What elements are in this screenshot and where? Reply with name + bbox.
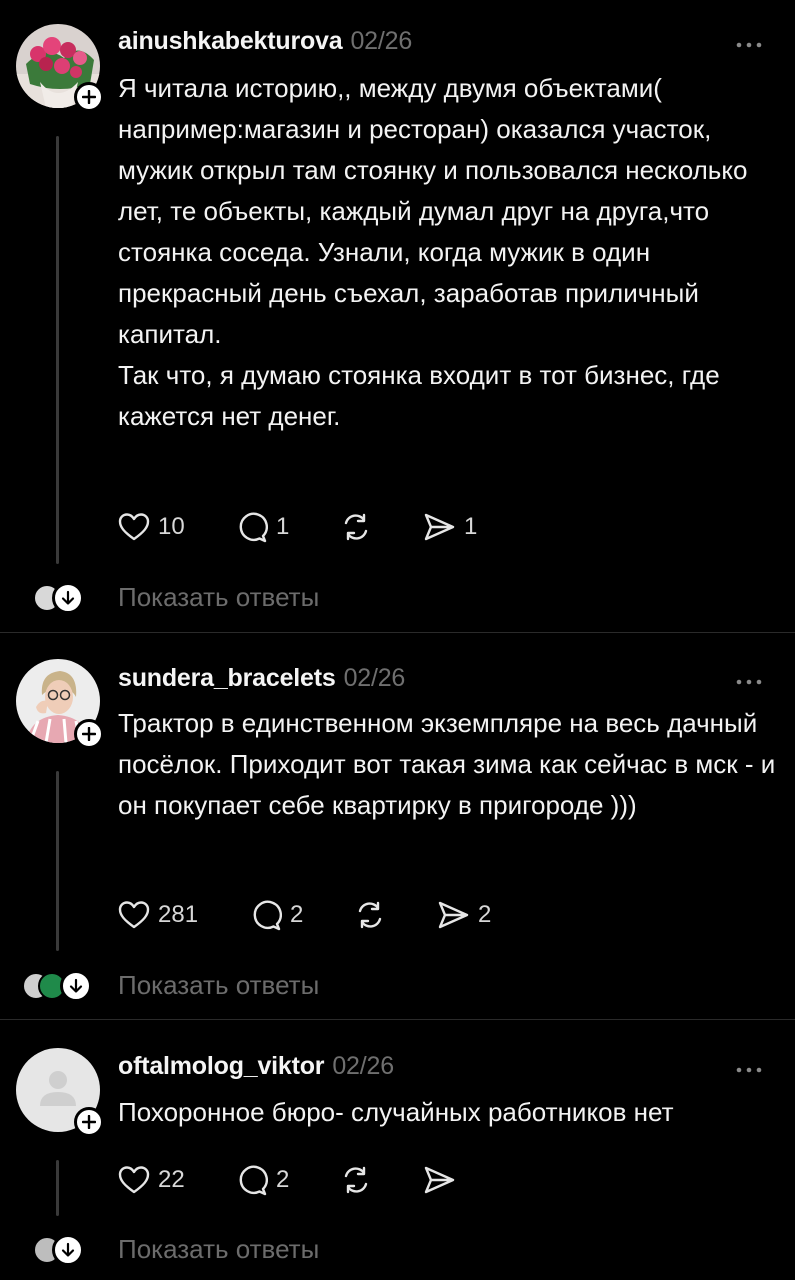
like-button[interactable]: 22	[118, 1160, 185, 1200]
plus-icon	[82, 90, 96, 104]
like-count: 10	[158, 513, 185, 540]
post-2: sundera_bracelets 02/26 Трактор в единств…	[0, 633, 795, 1019]
post-date: 02/26	[350, 27, 413, 55]
post-header: oftalmolog_viktor 02/26	[118, 1052, 394, 1081]
repost-button[interactable]	[340, 507, 372, 547]
share-button[interactable]: 2	[436, 895, 491, 935]
arrow-down-icon	[69, 978, 83, 993]
comment-button[interactable]: 2	[250, 895, 303, 935]
post-actions: 281 2 2	[118, 895, 538, 935]
post-header: sundera_bracelets 02/26	[118, 664, 405, 693]
plus-icon	[82, 1115, 96, 1129]
post-actions: 10 1 1	[118, 507, 538, 547]
heart-icon	[118, 513, 150, 541]
comment-button[interactable]: 1	[236, 507, 289, 547]
follow-button[interactable]	[74, 82, 104, 112]
share-button[interactable]: 1	[422, 507, 477, 547]
repost-button[interactable]	[340, 1160, 372, 1200]
post-3: oftalmolog_viktor 02/26 Похоронное бюро- …	[0, 1020, 795, 1280]
comment-count: 2	[290, 901, 304, 928]
username[interactable]: oftalmolog_viktor	[118, 1052, 325, 1080]
comment-count: 2	[276, 1166, 290, 1193]
more-options-button[interactable]	[735, 37, 765, 48]
more-dots-icon	[736, 1067, 762, 1073]
post-1: ainushkabekturova 02/26 Я читала историю,…	[0, 0, 795, 632]
send-icon	[424, 513, 455, 541]
post-header: ainushkabekturova 02/26	[118, 27, 412, 56]
comment-count: 1	[276, 513, 290, 540]
expand-replies-button[interactable]	[52, 582, 84, 614]
thread-line	[56, 1160, 59, 1216]
plus-icon	[82, 727, 96, 741]
more-options-button[interactable]	[735, 674, 765, 685]
arrow-down-icon	[61, 1242, 75, 1257]
thread-line	[56, 771, 59, 951]
post-text: Я читала историю,, между двумя объектами…	[118, 73, 748, 431]
username[interactable]: sundera_bracelets	[118, 664, 336, 692]
post-text: Трактор в единственном экземпляре на вес…	[118, 708, 776, 820]
heart-icon	[118, 1166, 150, 1194]
show-replies-label[interactable]: Показать ответы	[118, 582, 319, 613]
more-dots-icon	[736, 42, 762, 48]
share-count: 2	[478, 901, 492, 928]
show-replies-row[interactable]: Показать ответы	[0, 578, 795, 618]
follow-button[interactable]	[74, 1107, 104, 1137]
show-replies-label[interactable]: Показать ответы	[118, 1234, 319, 1265]
post-text: Похоронное бюро- случайных работников не…	[118, 1097, 674, 1127]
show-replies-label[interactable]: Показать ответы	[118, 970, 319, 1001]
repost-icon	[344, 1166, 368, 1194]
comment-button[interactable]: 2	[236, 1160, 289, 1200]
more-dots-icon	[736, 679, 762, 685]
thread-line	[56, 136, 59, 564]
post-date: 02/26	[332, 1052, 394, 1080]
share-button[interactable]	[422, 1160, 456, 1200]
follow-button[interactable]	[74, 719, 104, 749]
like-button[interactable]: 10	[118, 507, 185, 547]
like-count: 281	[158, 901, 199, 928]
arrow-down-icon	[61, 590, 75, 605]
expand-replies-button[interactable]	[52, 1234, 84, 1266]
heart-icon	[118, 901, 150, 929]
repost-icon	[344, 513, 368, 541]
comment-bubble-icon	[239, 1165, 268, 1196]
like-count: 22	[158, 1166, 185, 1193]
more-options-button[interactable]	[735, 1062, 765, 1073]
show-replies-row[interactable]: Показать ответы	[0, 1230, 795, 1270]
post-actions: 22 2	[118, 1160, 538, 1200]
username[interactable]: ainushkabekturova	[118, 27, 343, 55]
repost-button[interactable]	[354, 895, 386, 935]
repost-icon	[358, 901, 382, 929]
comment-bubble-icon	[253, 900, 282, 931]
show-replies-row[interactable]: Показать ответы	[0, 966, 795, 1006]
send-icon	[438, 901, 469, 929]
expand-replies-button[interactable]	[60, 970, 92, 1002]
share-count: 1	[464, 513, 478, 540]
send-icon	[424, 1166, 455, 1194]
post-date: 02/26	[343, 664, 406, 692]
comment-bubble-icon	[239, 512, 268, 543]
like-button[interactable]: 281	[118, 895, 198, 935]
